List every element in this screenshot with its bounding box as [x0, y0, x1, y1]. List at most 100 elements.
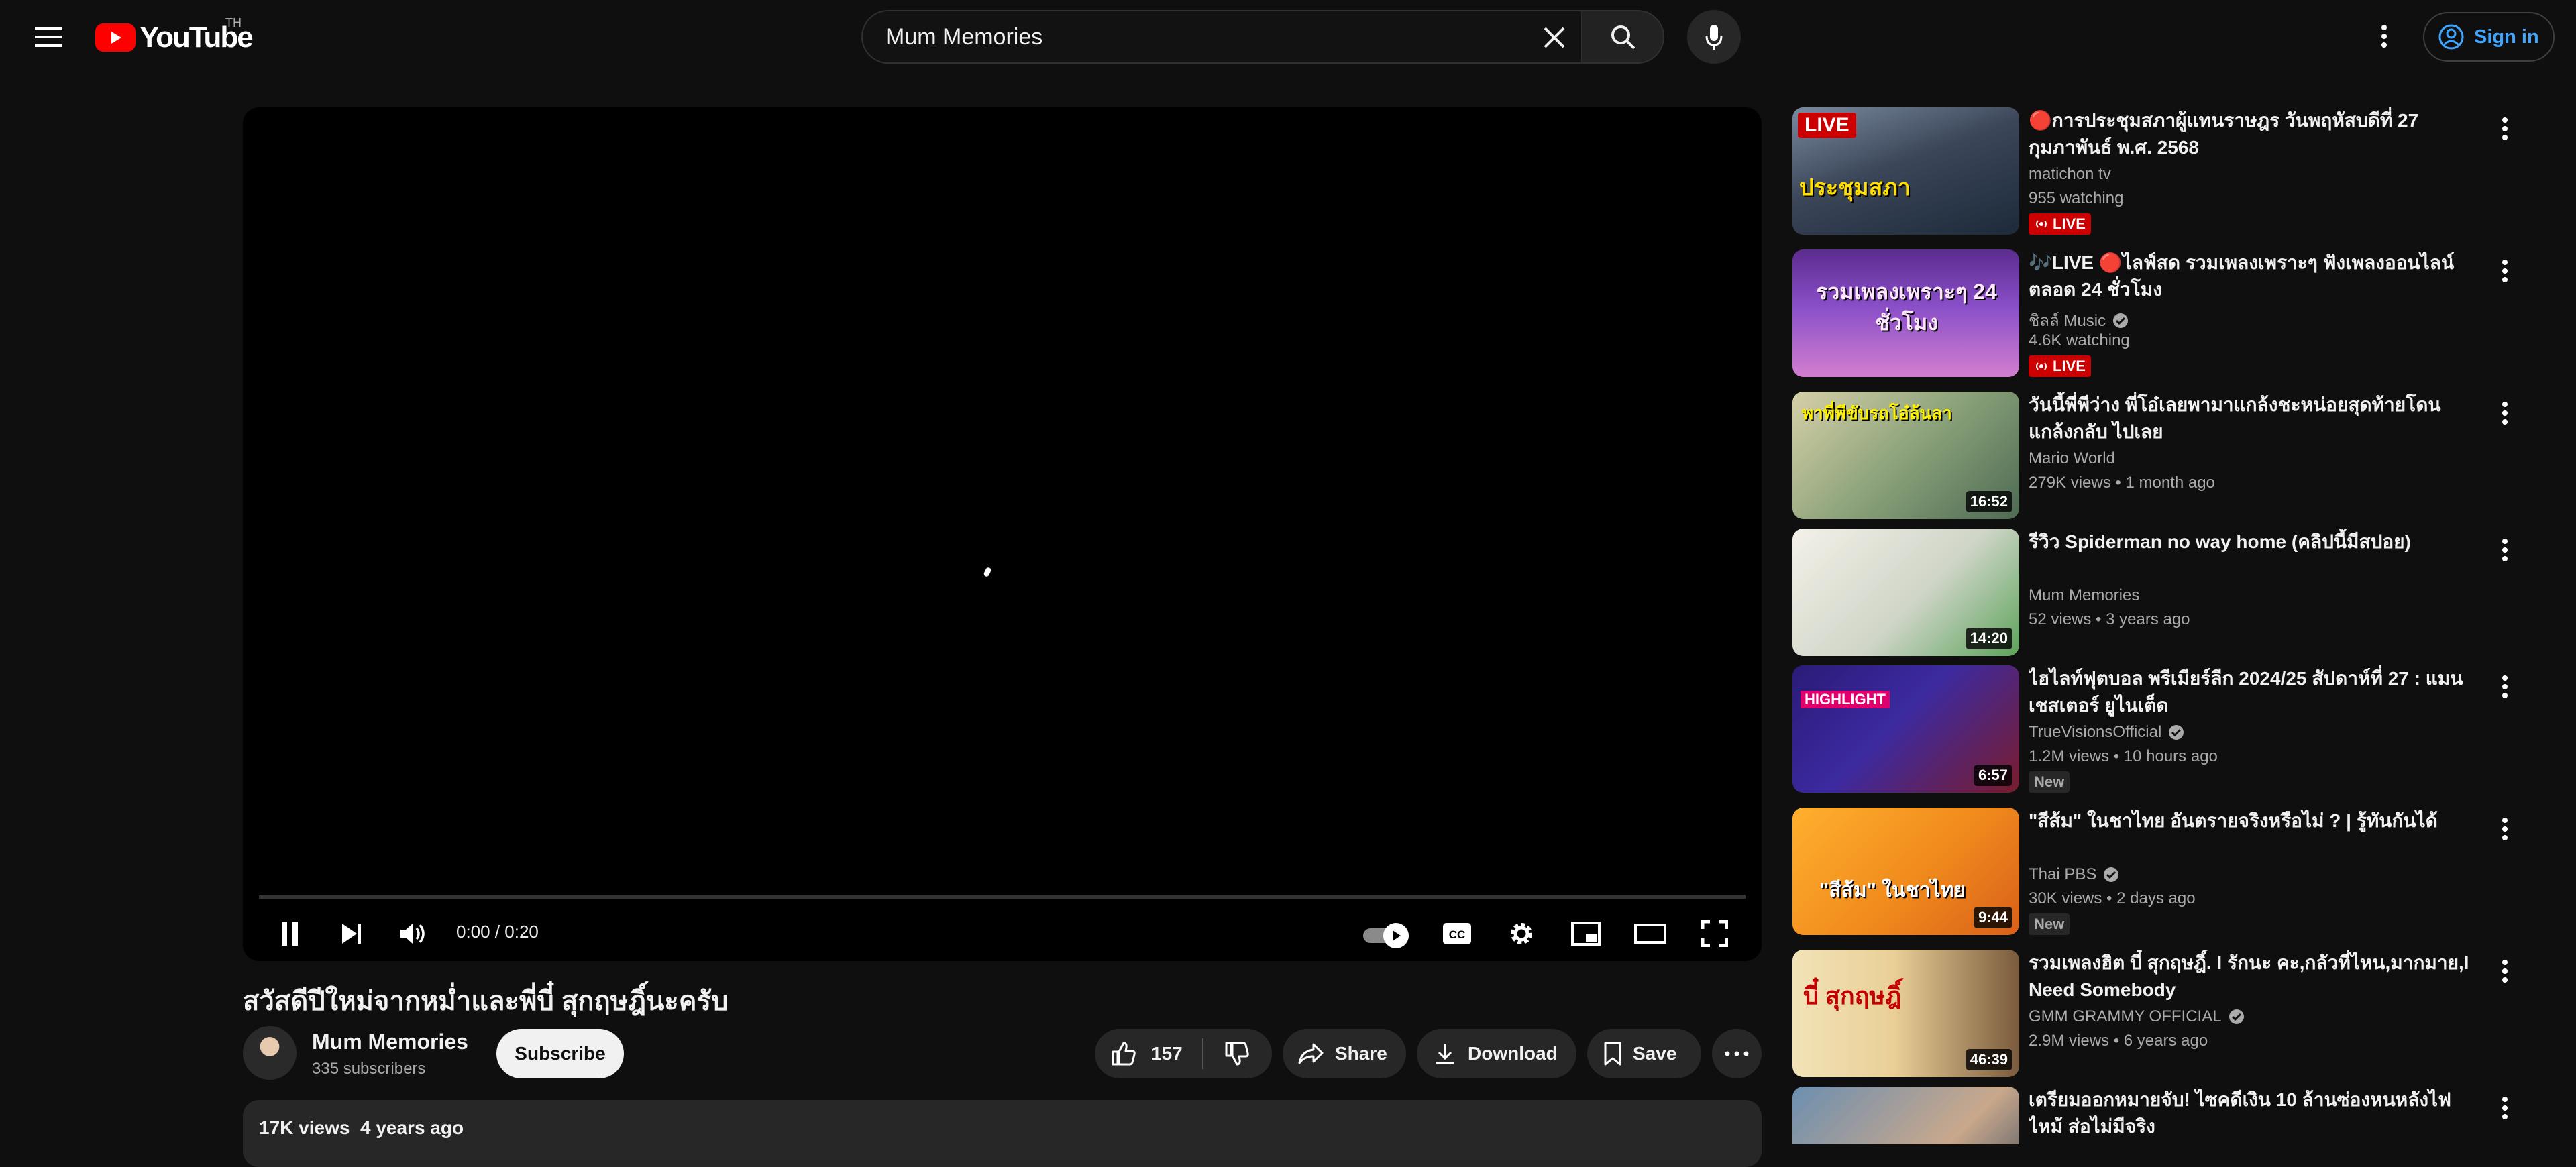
description-box[interactable]: 17K views 4 years ago: [243, 1100, 1762, 1167]
verified-icon: [2104, 867, 2119, 882]
video-thumbnail[interactable]: บี๋ สุกฤษฎิ์ 46:39: [1792, 950, 2019, 1077]
related-video-channel[interactable]: Thai PBS: [2029, 865, 2119, 884]
like-dislike-group: 157: [1095, 1029, 1272, 1078]
live-broadcast-icon: [2036, 220, 2047, 228]
video-thumbnail[interactable]: [1792, 1087, 2019, 1144]
subscribe-button[interactable]: Subscribe: [496, 1029, 624, 1078]
verified-icon: [2113, 313, 2129, 328]
video-player[interactable]: 0:00 / 0:20 CC: [243, 107, 1762, 961]
video-thumbnail[interactable]: LIVE ประชุมสภา: [1792, 107, 2019, 235]
video-duration: 46:39: [1965, 1049, 2012, 1070]
channel-name-text: Mario World: [2029, 449, 2115, 467]
progress-bar[interactable]: [259, 895, 1746, 899]
sign-in-label: Sign in: [2474, 25, 2539, 48]
clear-search-icon[interactable]: [1531, 14, 1578, 61]
more-options-icon[interactable]: [2493, 111, 2517, 146]
video-thumbnail[interactable]: รวมเพลงเพราะๆ 24 ชั่วโมง: [1792, 249, 2019, 377]
search-input-value[interactable]: Mum Memories: [885, 24, 1042, 50]
new-badge: New: [2029, 913, 2070, 935]
more-options-icon[interactable]: [2493, 1091, 2517, 1125]
live-badge: LIVE: [2029, 355, 2091, 377]
volume-icon: [400, 924, 425, 944]
save-label: Save: [1633, 1043, 1677, 1064]
related-video-item[interactable]: LIVE ประชุมสภา 🔴การประชุมสภาผู้แทนราษฎร …: [1792, 107, 2564, 241]
related-video-item[interactable]: เตรียมออกหมายจับ! ไซคดีเงิน 10 ล้านซ่องห…: [1792, 1087, 2564, 1144]
fullscreen-button[interactable]: [1688, 907, 1741, 960]
related-video-item[interactable]: รวมเพลงเพราะๆ 24 ชั่วโมง 🎶LIVE 🔴ไลฟ์สด ร…: [1792, 249, 2564, 384]
video-thumbnail[interactable]: พาพี่พีขับรถโอ๋ล้นลา 16:52: [1792, 392, 2019, 519]
related-video-title[interactable]: "สีส้ม" ในชาไทย อันตรายจริงหรือไม่ ? | ร…: [2029, 808, 2485, 834]
related-video-title[interactable]: รวมเพลงฮิต บี๋ สุกฤษฎิ์. l รักนะ คะ,กลัว…: [2029, 950, 2485, 1003]
thumbnail-caption: บี๋ สุกฤษฎิ์: [1803, 982, 1902, 1009]
volume-button[interactable]: [386, 907, 440, 960]
channel-name-text: Thai PBS: [2029, 865, 2097, 883]
search-button[interactable]: [1581, 10, 1664, 64]
related-video-meta: 52 views • 3 years ago: [2029, 610, 2190, 628]
related-video-item[interactable]: HIGHLIGHT 6:57 ไฮไลท์ฟุตบอล พรีเมียร์ลีก…: [1792, 665, 2564, 799]
related-video-title[interactable]: วันนี้พี่พีว่าง พี่โอ๋เลยพามาแกล้งชะหน่อ…: [2029, 392, 2485, 445]
more-options-icon[interactable]: [2493, 396, 2517, 431]
more-options-icon[interactable]: [2493, 254, 2517, 288]
more-actions-button[interactable]: [1712, 1029, 1762, 1078]
related-video-title[interactable]: 🔴การประชุมสภาผู้แทนราษฎร วันพฤหัสบดีที่ …: [2029, 107, 2485, 161]
video-thumbnail[interactable]: 14:20: [1792, 529, 2019, 656]
miniplayer-icon: [1571, 922, 1601, 946]
live-badge: LIVE: [2029, 213, 2091, 235]
more-options-icon[interactable]: [2493, 954, 2517, 989]
related-video-title[interactable]: เตรียมออกหมายจับ! ไซคดีเงิน 10 ล้านซ่องห…: [2029, 1087, 2485, 1140]
share-button[interactable]: Share: [1283, 1029, 1406, 1078]
search-input[interactable]: Mum Memories: [861, 10, 1583, 64]
autoplay-toggle[interactable]: [1363, 923, 1410, 948]
voice-search-button[interactable]: [1687, 10, 1741, 64]
pause-button[interactable]: [263, 907, 317, 960]
more-options-icon[interactable]: [2493, 533, 2517, 567]
settings-more-icon[interactable]: [2368, 15, 2400, 58]
next-button[interactable]: [325, 907, 378, 960]
subscriber-count: 335 subscribers: [312, 1060, 426, 1078]
channel-name-text: matichon tv: [2029, 165, 2111, 183]
like-button[interactable]: 157: [1095, 1029, 1202, 1078]
video-thumbnail[interactable]: HIGHLIGHT 6:57: [1792, 665, 2019, 793]
related-video-channel[interactable]: Mario World: [2029, 449, 2115, 468]
video-duration: 6:57: [1973, 765, 2012, 786]
theater-mode-button[interactable]: [1623, 907, 1677, 960]
related-video-channel[interactable]: GMM GRAMMY OFFICIAL: [2029, 1007, 2245, 1026]
related-video-channel[interactable]: ชิลล์ Music: [2029, 307, 2129, 333]
download-icon: [1436, 1044, 1454, 1064]
related-video-title[interactable]: รีวิว Spiderman no way home (คลิปนี้มีสป…: [2029, 529, 2485, 555]
related-video-item[interactable]: พาพี่พีขับรถโอ๋ล้นลา 16:52 วันนี้พี่พีว่…: [1792, 392, 2564, 526]
related-video-meta: 279K views • 1 month ago: [2029, 474, 2215, 492]
channel-name[interactable]: Mum Memories: [312, 1030, 468, 1054]
related-video-item[interactable]: 14:20 รีวิว Spiderman no way home (คลิปน…: [1792, 529, 2564, 663]
related-video-title[interactable]: ไฮไลท์ฟุตบอล พรีเมียร์ลีก 2024/25 สัปดาห…: [2029, 665, 2485, 719]
settings-button[interactable]: [1495, 907, 1548, 960]
dislike-button[interactable]: [1203, 1029, 1271, 1078]
subtitles-button[interactable]: CC: [1430, 907, 1484, 960]
time-display: 0:00 / 0:20: [456, 922, 539, 942]
channel-avatar[interactable]: [243, 1026, 297, 1080]
save-button[interactable]: Save: [1587, 1029, 1701, 1078]
related-video-channel[interactable]: matichon tv: [2029, 165, 2111, 184]
video-thumbnail[interactable]: "สีส้ม" ในชาไทย 9:44: [1792, 808, 2019, 935]
related-video-item[interactable]: บี๋ สุกฤษฎิ์ 46:39 รวมเพลงฮิต บี๋ สุกฤษฎ…: [1792, 950, 2564, 1084]
related-video-title[interactable]: 🎶LIVE 🔴ไลฟ์สด รวมเพลงเพราะๆ ฟังเพลงออนไล…: [2029, 249, 2485, 303]
related-video-item[interactable]: "สีส้ม" ในชาไทย 9:44 "สีส้ม" ในชาไทย อัน…: [1792, 808, 2564, 942]
more-options-icon[interactable]: [2493, 812, 2517, 846]
bookmark-icon: [1604, 1042, 1621, 1066]
related-video-channel[interactable]: TrueVisionsOfficial: [2029, 723, 2184, 742]
download-button[interactable]: Download: [1417, 1029, 1576, 1078]
channel-name-text: Mum Memories: [2029, 586, 2140, 604]
thumbs-down-icon: [1225, 1042, 1249, 1066]
miniplayer-button[interactable]: [1559, 907, 1613, 960]
more-options-icon[interactable]: [2493, 669, 2517, 704]
video-title: สวัสดีปีใหม่จากหม่ำและพี่บี๋ สุกฤษฎิ์นะค…: [243, 987, 729, 1016]
masthead: YouTube TH Mum Memories Sign in: [0, 0, 2576, 74]
verified-icon: [2229, 1009, 2244, 1024]
sign-in-button[interactable]: Sign in: [2423, 12, 2555, 62]
related-video-channel[interactable]: Mum Memories: [2029, 586, 2139, 605]
related-video-meta: 30K views • 2 days ago: [2029, 889, 2196, 907]
description-meta: 17K views 4 years ago: [259, 1117, 464, 1139]
live-broadcast-icon: [2036, 362, 2047, 370]
video-duration: 14:20: [1965, 628, 2012, 649]
menu-icon[interactable]: [27, 18, 70, 56]
